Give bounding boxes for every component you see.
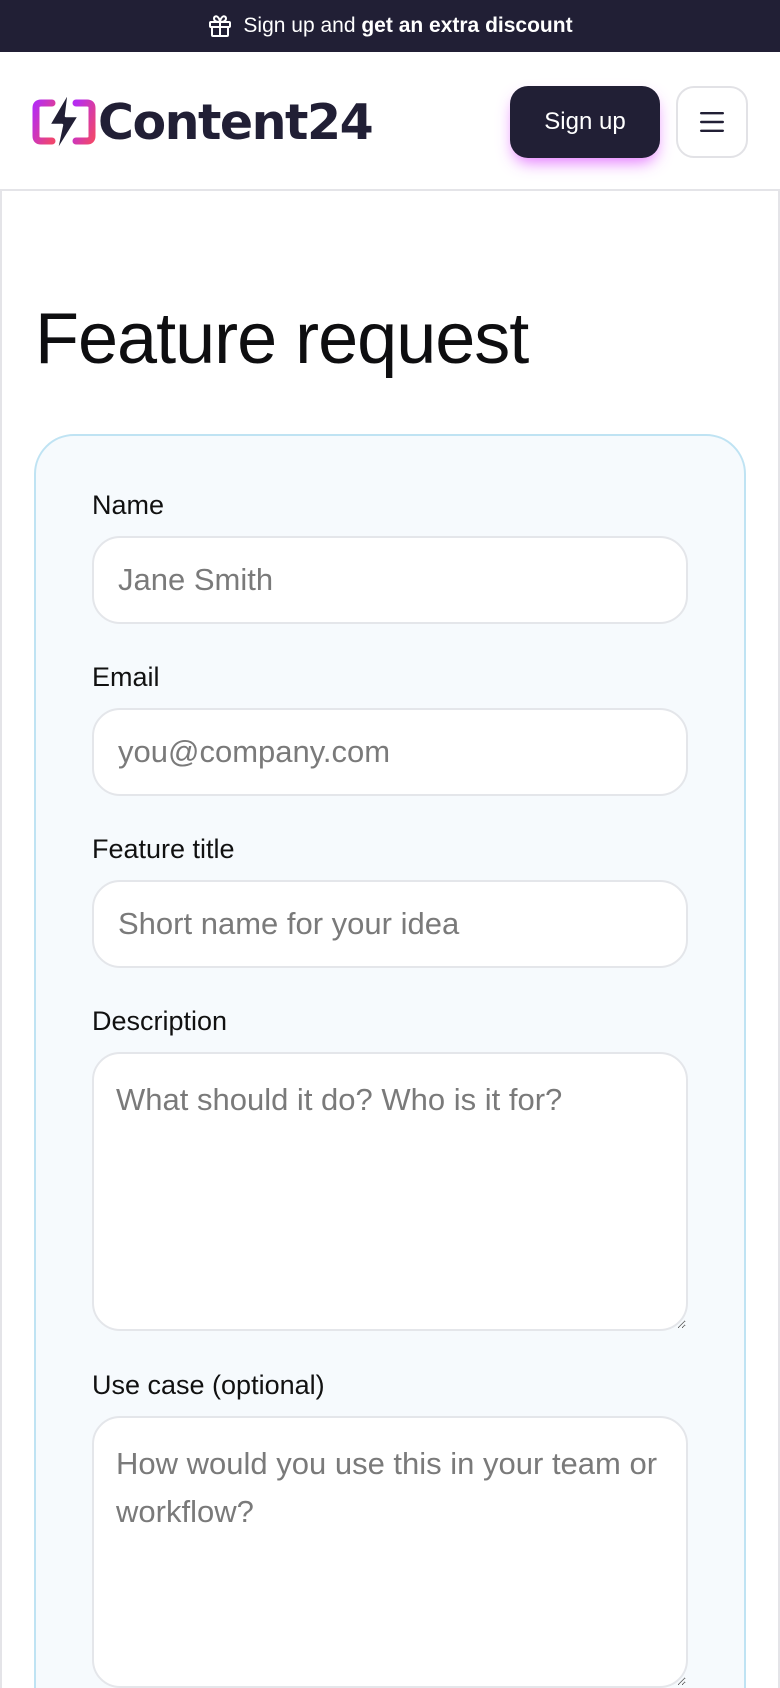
hamburger-menu-icon xyxy=(700,112,724,132)
promo-text: Sign up and get an extra discount xyxy=(243,14,573,37)
name-label: Name xyxy=(92,490,165,520)
logo-lightning-icon xyxy=(32,89,96,155)
promo-highlight: get an extra discount xyxy=(361,14,573,37)
feature-title-label: Feature title xyxy=(92,834,235,864)
site-header: Content24 Sign up xyxy=(0,52,780,191)
promo-banner[interactable]: Sign up and get an extra discount xyxy=(0,0,780,52)
use-case-textarea[interactable] xyxy=(92,1416,688,1688)
description-label: Description xyxy=(92,1006,228,1036)
name-input[interactable] xyxy=(92,536,688,624)
menu-button[interactable] xyxy=(676,86,748,158)
gift-icon xyxy=(207,13,233,39)
logo[interactable]: Content24 xyxy=(32,89,374,155)
use-case-label: Use case (optional) xyxy=(92,1370,325,1400)
description-textarea[interactable] xyxy=(92,1052,688,1331)
signup-button[interactable]: Sign up xyxy=(510,86,660,158)
email-label: Email xyxy=(92,662,160,692)
feature-title-input[interactable] xyxy=(92,880,688,968)
page-title: Feature request xyxy=(35,299,529,379)
email-input[interactable] xyxy=(92,708,688,796)
logo-text: Content24 xyxy=(98,93,374,151)
